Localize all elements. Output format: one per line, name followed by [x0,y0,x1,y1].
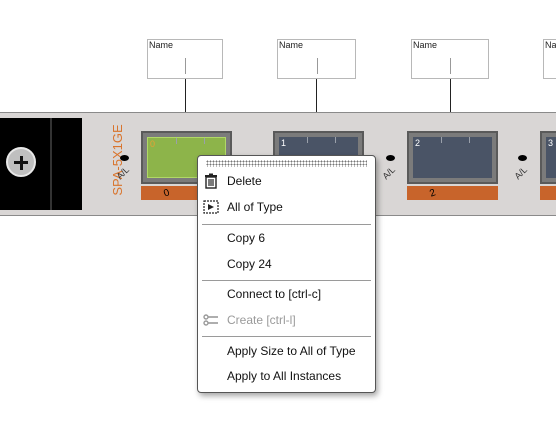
menu-item-label: Apply Size to All of Type [227,344,356,358]
trash-icon [205,173,217,189]
status-led [120,155,129,161]
port-pin [469,137,470,143]
name-box-label: Name [279,40,304,50]
port-3[interactable]: 3 [540,131,556,184]
menu-item-apply-all-instances[interactable]: Apply to All Instances [198,366,375,388]
menu-item-copy-6[interactable]: Copy 6 [198,228,375,250]
menu-item-create: Create [ctrl-l] [198,310,375,332]
port-tab-label: 2 [428,187,438,200]
name-box-0[interactable]: Name [147,39,223,79]
menu-separator [202,280,371,281]
port-tab-label: 0 [162,187,172,200]
menu-item-apply-size[interactable]: Apply Size to All of Type [198,341,375,363]
name-box-3[interactable]: Name [543,39,556,79]
menu-separator [202,224,371,225]
port-socket: 3 [546,137,556,178]
context-menu[interactable]: Delete All of Type Copy 6 Copy 24 Connec… [197,155,376,393]
menu-item-all-of-type[interactable]: All of Type [198,197,375,219]
divider [316,58,318,74]
port-tab-2: 2 [407,186,498,200]
name-box-label: Name [413,40,438,50]
port-pin [176,138,177,144]
port-pin [335,137,336,143]
link-icon [203,314,218,326]
port-socket: 2 [413,137,492,178]
menu-item-label: Create [ctrl-l] [227,313,296,327]
status-led [518,155,527,161]
name-box-label: Name [149,40,174,50]
add-icon[interactable] [6,147,36,177]
divider [185,58,186,74]
menu-item-label: Copy 24 [227,257,272,271]
port-index: 3 [548,138,554,148]
name-box-2[interactable]: Name [411,39,489,79]
port-pin [204,138,205,144]
status-led [386,155,395,161]
drag-handle[interactable] [206,160,367,167]
port-index: 0 [150,139,156,149]
port-index: 1 [281,138,287,148]
menu-separator [202,336,371,337]
select-type-icon [203,200,219,214]
port-2[interactable]: 2 [407,131,498,184]
menu-item-copy-24[interactable]: Copy 24 [198,254,375,276]
port-tab-3 [540,186,556,200]
menu-item-delete[interactable]: Delete [198,171,375,193]
port-index: 2 [415,138,421,148]
name-box-label: Name [545,40,556,50]
port-pin [441,137,442,143]
port-pin [307,137,308,143]
menu-item-label: Connect to [ctrl-c] [227,287,322,301]
menu-item-label: Copy 6 [227,231,266,245]
menu-item-label: Apply to All Instances [227,369,342,383]
menu-item-label: All of Type [227,200,283,214]
divider [50,118,52,210]
name-box-1[interactable]: Name [277,39,356,79]
menu-item-label: Delete [227,174,262,188]
divider [450,58,451,74]
menu-item-connect[interactable]: Connect to [ctrl-c] [198,284,375,306]
